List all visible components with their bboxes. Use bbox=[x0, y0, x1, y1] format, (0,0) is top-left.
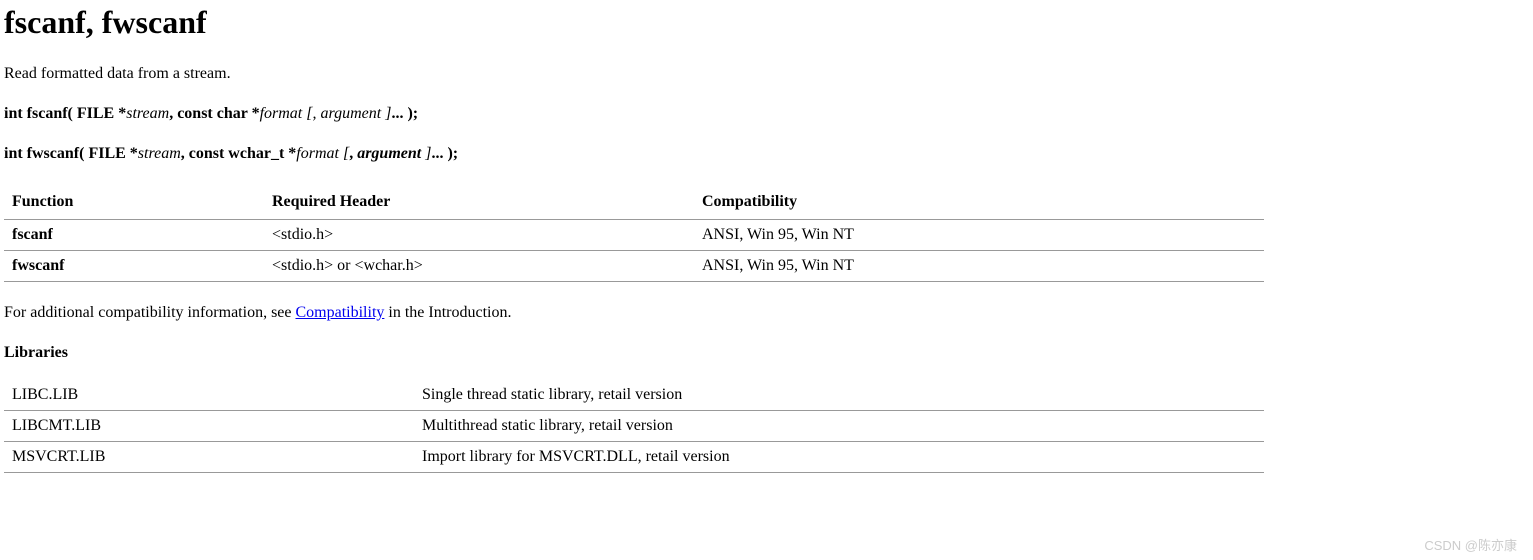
compatibility-paragraph: For additional compatibility information… bbox=[4, 304, 1529, 322]
sig-param: stream bbox=[126, 105, 169, 122]
table-row: LIBCMT.LIB Multithread static library, r… bbox=[4, 411, 1264, 442]
compat-text-after: in the Introduction. bbox=[384, 304, 511, 321]
cell-lib: LIBC.LIB bbox=[4, 380, 414, 411]
sig-text: , bbox=[349, 145, 357, 162]
compatibility-table: Function Required Header Compatibility f… bbox=[4, 185, 1264, 282]
cell-required-header: <stdio.h> bbox=[264, 220, 694, 251]
libraries-table: LIBC.LIB Single thread static library, r… bbox=[4, 380, 1264, 473]
function-signature-fwscanf: int fwscanf( FILE *stream, const wchar_t… bbox=[4, 145, 1529, 163]
description-text: Read formatted data from a stream. bbox=[4, 65, 1529, 83]
sig-param: argument bbox=[357, 145, 425, 162]
cell-lib: LIBCMT.LIB bbox=[4, 411, 414, 442]
page-title: fscanf, fwscanf bbox=[4, 4, 1529, 41]
cell-function: fscanf bbox=[4, 220, 264, 251]
sig-param: format bbox=[296, 145, 343, 162]
table-row: fwscanf <stdio.h> or <wchar.h> ANSI, Win… bbox=[4, 251, 1264, 282]
sig-text: int fwscanf( FILE * bbox=[4, 145, 138, 162]
sig-text: , const wchar_t * bbox=[181, 145, 297, 162]
sig-param: argument bbox=[320, 105, 385, 122]
sig-text: ... ); bbox=[431, 145, 458, 162]
watermark: CSDN @陈亦康 bbox=[1424, 535, 1517, 554]
sig-text: int fscanf( FILE * bbox=[4, 105, 126, 122]
compat-text-before: For additional compatibility information… bbox=[4, 304, 296, 321]
cell-desc: Single thread static library, retail ver… bbox=[414, 380, 1264, 411]
cell-desc: Multithread static library, retail versi… bbox=[414, 411, 1264, 442]
cell-desc: Import library for MSVCRT.DLL, retail ve… bbox=[414, 442, 1264, 473]
cell-compatibility: ANSI, Win 95, Win NT bbox=[694, 251, 1264, 282]
cell-function: fwscanf bbox=[4, 251, 264, 282]
header-function: Function bbox=[4, 185, 264, 220]
cell-required-header: <stdio.h> or <wchar.h> bbox=[264, 251, 694, 282]
table-row: fscanf <stdio.h> ANSI, Win 95, Win NT bbox=[4, 220, 1264, 251]
sig-param: format bbox=[260, 105, 307, 122]
compatibility-link[interactable]: Compatibility bbox=[296, 304, 385, 321]
sig-text: , const char * bbox=[169, 105, 259, 122]
table-row: MSVCRT.LIB Import library for MSVCRT.DLL… bbox=[4, 442, 1264, 473]
table-row: LIBC.LIB Single thread static library, r… bbox=[4, 380, 1264, 411]
sig-param: stream bbox=[138, 145, 181, 162]
libraries-heading: Libraries bbox=[4, 344, 1529, 362]
cell-compatibility: ANSI, Win 95, Win NT bbox=[694, 220, 1264, 251]
sig-text: ... ); bbox=[391, 105, 418, 122]
function-signature-fscanf: int fscanf( FILE *stream, const char *fo… bbox=[4, 105, 1529, 123]
cell-lib: MSVCRT.LIB bbox=[4, 442, 414, 473]
header-required-header: Required Header bbox=[264, 185, 694, 220]
table-header-row: Function Required Header Compatibility bbox=[4, 185, 1264, 220]
header-compatibility: Compatibility bbox=[694, 185, 1264, 220]
